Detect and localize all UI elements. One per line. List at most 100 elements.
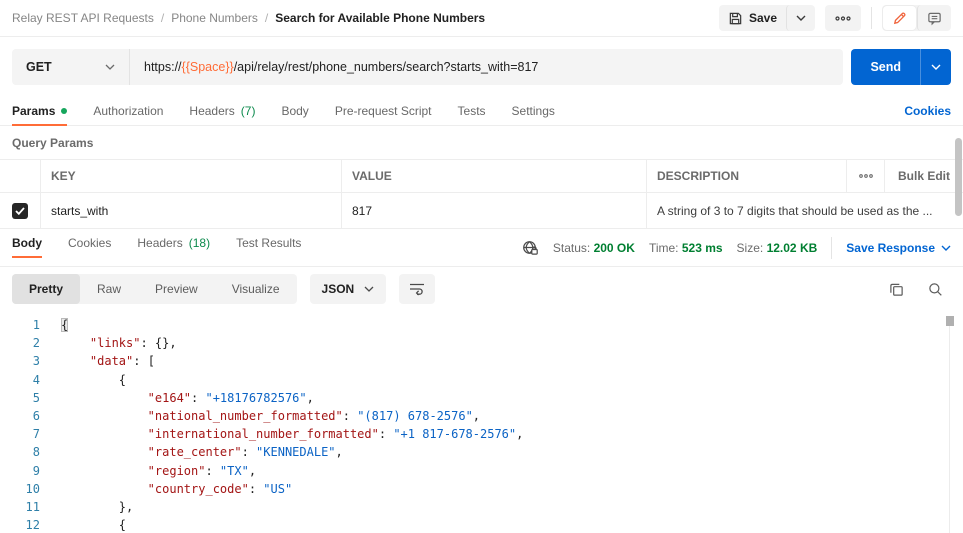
select-all-cell — [0, 160, 40, 192]
wrap-text-button[interactable] — [399, 274, 435, 304]
line-number: 1 — [0, 316, 40, 334]
view-tab-preview[interactable]: Preview — [138, 274, 215, 304]
view-tab-pretty[interactable]: Pretty — [12, 274, 80, 304]
meta-divider — [831, 237, 832, 259]
request-tab-tests[interactable]: Tests — [458, 97, 486, 125]
json-punctuation: , — [336, 445, 343, 459]
json-string-value: "+1 817-678-2576" — [393, 427, 516, 441]
breadcrumb-item-phone-numbers[interactable]: Phone Numbers — [171, 11, 258, 25]
tab-count-badge: (7) — [241, 104, 256, 118]
json-string-value: "TX" — [220, 464, 249, 478]
format-selector[interactable]: JSON — [310, 274, 387, 304]
request-tabs: Params Authorization Headers (7) Body Pre-req… — [0, 97, 963, 126]
json-key: "national_number_formatted" — [148, 409, 343, 423]
topbar-actions: Save — [719, 5, 951, 31]
code-line: 3"data": [ — [0, 352, 963, 370]
response-tab-body[interactable]: Body — [12, 229, 42, 257]
request-tab-settings[interactable]: Settings — [512, 97, 555, 125]
request-tab-authorization[interactable]: Authorization — [93, 97, 163, 125]
breadcrumb-item-relay-rest-api-requests[interactable]: Relay REST API Requests — [12, 11, 154, 25]
toolbar-divider — [871, 7, 872, 29]
response-body-code[interactable]: 1{2"links": {},3"data": [4{5"e164": "+18… — [0, 311, 963, 533]
request-tab-pre-request-script[interactable]: Pre-request Script — [335, 97, 432, 125]
code-line: 9"region": "TX", — [0, 462, 963, 480]
page-scrollbar-thumb[interactable] — [955, 138, 962, 216]
edit-button[interactable] — [883, 6, 916, 30]
param-enabled-checkbox[interactable] — [12, 203, 28, 219]
response-tab-test-results[interactable]: Test Results — [236, 229, 301, 257]
code-scrollbar-thumb[interactable] — [946, 316, 954, 326]
edit-comment-group — [882, 5, 951, 31]
response-header: Body Cookies Headers(18) Test Results Statu… — [0, 229, 963, 267]
response-meta: Status: 200 OK Time: 523 ms Size: 12.02 … — [522, 237, 951, 259]
tab-label: Authorization — [93, 104, 163, 118]
request-tab-body[interactable]: Body — [281, 97, 308, 125]
json-punctuation: : — [242, 445, 256, 459]
column-header-description: DESCRIPTION — [646, 160, 846, 192]
code-line-content: "country_code": "US" — [61, 480, 292, 498]
params-more-options-button[interactable] — [846, 160, 884, 192]
size-badge[interactable]: Size: 12.02 KB — [737, 241, 818, 255]
code-line: 8"rate_center": "KENNEDALE", — [0, 443, 963, 461]
status-badge[interactable]: Status: 200 OK — [553, 241, 635, 255]
response-tab-cookies[interactable]: Cookies — [68, 229, 111, 257]
code-scrollbar-track[interactable] — [949, 316, 950, 533]
more-options-icon — [859, 174, 873, 178]
request-tab-params[interactable]: Params — [12, 97, 67, 125]
copy-response-button[interactable] — [889, 282, 904, 297]
json-punctuation: , — [307, 391, 314, 405]
param-value-field[interactable]: 817 — [341, 193, 646, 228]
response-view-toolbar: PrettyRawPreviewVisualize JSON — [0, 267, 963, 311]
status-value: 200 OK — [594, 241, 635, 255]
chevron-down-icon — [941, 245, 951, 251]
tab-label: Headers — [189, 104, 234, 118]
search-response-button[interactable] — [928, 282, 943, 297]
tab-label: Test Results — [236, 236, 301, 250]
save-button[interactable]: Save — [719, 5, 786, 31]
query-params-section: Query Params KEY VALUE DESCRIPTION Bulk … — [0, 126, 963, 229]
chevron-down-icon — [796, 15, 806, 21]
param-description-field[interactable]: A string of 3 to 7 digits that should be… — [646, 193, 963, 228]
more-options-icon — [835, 16, 851, 21]
view-tab-visualize[interactable]: Visualize — [215, 274, 297, 304]
save-response-label: Save Response — [846, 241, 935, 255]
request-header-bar: Relay REST API Requests/Phone Numbers/Se… — [0, 0, 963, 37]
param-key-field[interactable]: starts_with — [40, 193, 341, 228]
send-button[interactable]: Send — [851, 49, 920, 85]
url-input[interactable]: https://{{Space}}/api/relay/rest/phone_n… — [130, 60, 843, 74]
view-tab-raw[interactable]: Raw — [80, 274, 138, 304]
line-number: 6 — [0, 407, 40, 425]
code-line-content: }, — [61, 498, 133, 516]
comment-icon — [927, 11, 942, 26]
url-path: /api/relay/rest/phone_numbers/search?sta… — [234, 60, 539, 74]
code-line: 6"national_number_formatted": "(817) 678… — [0, 407, 963, 425]
copy-icon — [889, 282, 904, 297]
response-tab-headers[interactable]: Headers(18) — [137, 229, 210, 257]
json-key: "country_code" — [148, 482, 249, 496]
bulk-edit-button[interactable]: Bulk Edit — [884, 160, 963, 192]
tab-label: Params — [12, 104, 55, 118]
request-tab-headers[interactable]: Headers (7) — [189, 97, 255, 125]
comment-button[interactable] — [917, 5, 951, 31]
column-header-value: VALUE — [341, 160, 646, 192]
save-options-button[interactable] — [786, 5, 815, 31]
json-punctuation: { — [119, 518, 126, 532]
more-actions-button[interactable] — [825, 5, 861, 31]
tab-label: Cookies — [68, 236, 111, 250]
tab-label: Headers — [137, 236, 182, 250]
time-badge[interactable]: Time: 523 ms — [649, 241, 723, 255]
json-punctuation: : {}, — [140, 336, 176, 350]
response-tabs-list: Body Cookies Headers(18) Test Results — [12, 229, 301, 266]
method-selector[interactable]: GET — [12, 49, 130, 85]
json-key: "international_number_formatted" — [148, 427, 379, 441]
cookies-link[interactable]: Cookies — [904, 104, 951, 118]
url-variable: {{Space}} — [182, 60, 234, 74]
breadcrumb: Relay REST API Requests/Phone Numbers/Se… — [12, 11, 485, 25]
network-icon[interactable] — [522, 240, 539, 256]
code-line: 7"international_number_formatted": "+1 8… — [0, 425, 963, 443]
json-punctuation: : — [343, 409, 357, 423]
save-button-label: Save — [749, 11, 777, 25]
send-options-button[interactable] — [920, 49, 951, 85]
save-response-button[interactable]: Save Response — [846, 241, 951, 255]
json-punctuation: }, — [119, 500, 133, 514]
